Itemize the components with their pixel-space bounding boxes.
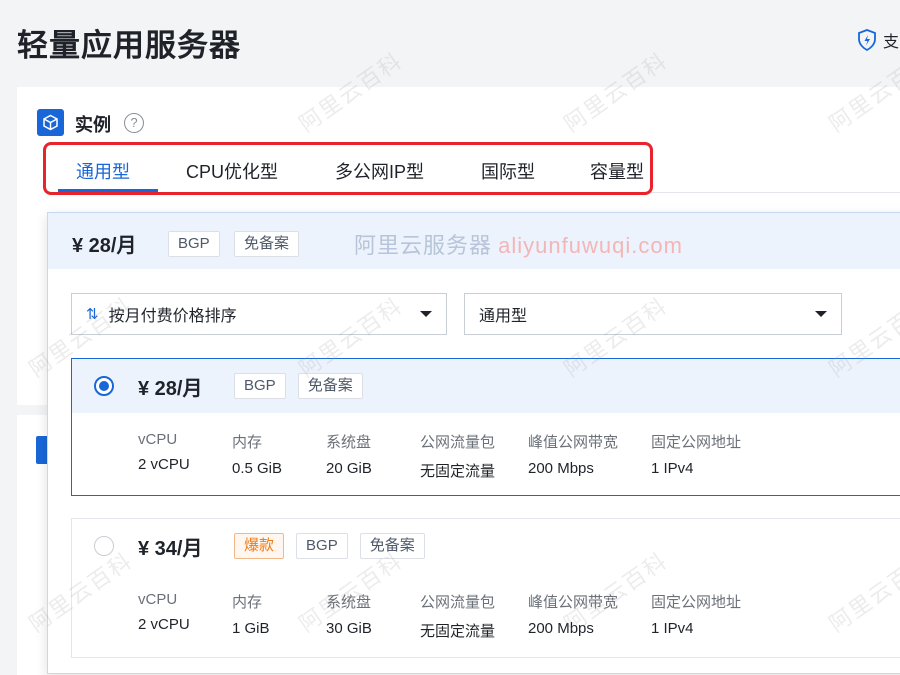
tag-no-filing: 免备案: [359, 533, 425, 559]
shield-icon: [857, 29, 877, 51]
radio-unselected-icon[interactable]: [94, 536, 114, 556]
spec-traffic: 公网流量包 无固定流量: [420, 594, 496, 640]
plan-price: ¥ 34/月: [138, 538, 203, 560]
tag-no-filing: 免备案: [234, 231, 300, 257]
spec-memory: 内存 1 GiB: [232, 594, 270, 637]
plan-header: ¥ 28/月 BGP 免备案: [72, 359, 900, 413]
sort-select-value: 按月付费价格排序: [108, 308, 237, 325]
tag-bgp: BGP: [234, 373, 286, 399]
sort-arrows-icon: ⇅: [86, 306, 99, 323]
selected-price: ¥ 28/月: [72, 235, 137, 257]
plan-option[interactable]: ¥ 34/月 爆款 BGP 免备案 vCPU 2 vCPU 内存 1 GiB 系统盘…: [71, 518, 900, 658]
plan-price: ¥ 28/月: [138, 378, 203, 400]
spec-traffic: 公网流量包 无固定流量: [420, 434, 496, 480]
spec-bandwidth: 峰值公网带宽 200 Mbps: [528, 594, 619, 637]
section-title: 实例: [75, 115, 111, 135]
spec-disk: 系统盘 20 GiB: [326, 434, 372, 477]
plan-option[interactable]: ¥ 28/月 BGP 免备案 vCPU 2 vCPU 内存 0.5 GiB 系统盘 2…: [71, 358, 900, 496]
tag-bgp: BGP: [168, 231, 220, 257]
chevron-down-icon: [420, 311, 432, 317]
spec-ip: 固定公网地址 1 IPv4: [651, 594, 742, 637]
page-title: 轻量应用服务器: [17, 28, 241, 63]
spec-vcpu: vCPU 2 vCPU: [138, 591, 190, 633]
radio-selected-icon[interactable]: [94, 376, 114, 396]
support-label: 支: [883, 34, 900, 51]
tabs-highlight-box: [43, 142, 653, 195]
tag-hot: 爆款: [234, 533, 285, 559]
watermark-banner: 阿里云服务器 aliyunfuwuqi.com: [354, 228, 683, 260]
type-select-value: 通用型: [479, 308, 528, 325]
spec-vcpu: vCPU 2 vCPU: [138, 431, 190, 473]
instance-cube-icon: [37, 109, 64, 136]
plan-tags: 爆款 BGP 免备案: [234, 533, 425, 559]
plan-tags: BGP 免备案: [234, 373, 363, 399]
spec-disk: 系统盘 30 GiB: [326, 594, 372, 637]
spec-memory: 内存 0.5 GiB: [232, 434, 283, 477]
spec-bandwidth: 峰值公网带宽 200 Mbps: [528, 434, 619, 477]
help-icon[interactable]: ?: [124, 113, 144, 133]
sort-select[interactable]: ⇅ 按月付费价格排序: [71, 293, 447, 335]
plan-header: ¥ 34/月 爆款 BGP 免备案: [72, 519, 900, 573]
tag-no-filing: 免备案: [297, 373, 363, 399]
watermark-en: aliyunfuwuqi.com: [498, 233, 683, 258]
type-select[interactable]: 通用型: [464, 293, 842, 335]
tag-bgp: BGP: [296, 533, 348, 559]
support-link[interactable]: 支: [857, 28, 899, 52]
watermark-cn: 阿里云服务器: [354, 233, 493, 258]
chevron-down-icon: [815, 311, 827, 317]
spec-ip: 固定公网地址 1 IPv4: [651, 434, 742, 477]
